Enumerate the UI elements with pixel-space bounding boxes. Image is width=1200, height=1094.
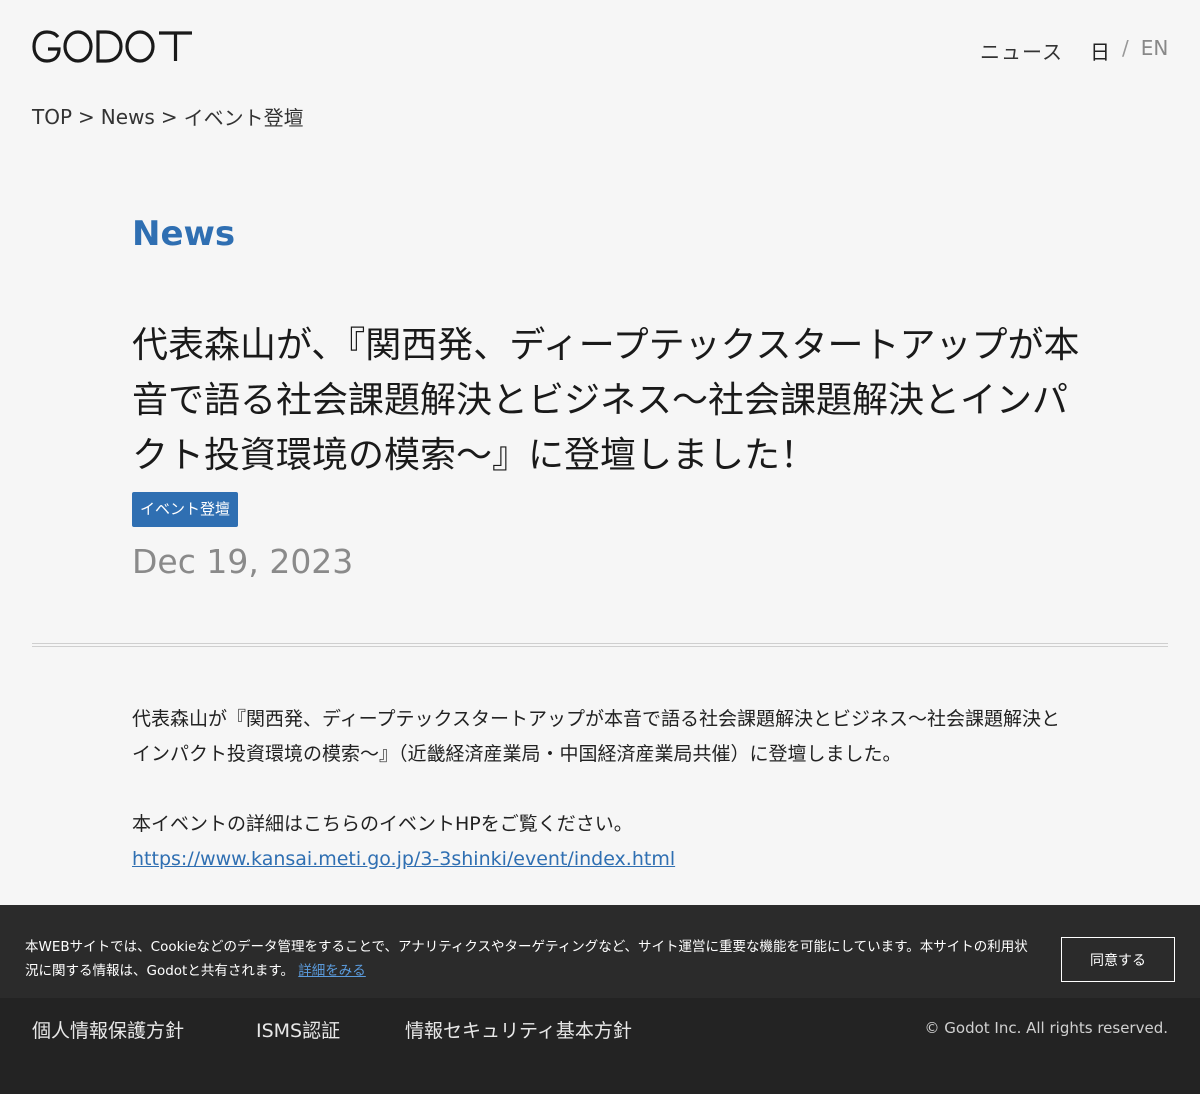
breadcrumb-separator: > [78,104,95,129]
cookie-notice-text: 本WEBサイトでは、Cookieなどのデータ管理をすることで、アナリティクスやタ… [25,939,1028,979]
nav-news-link[interactable]: ニュース [980,36,1063,65]
footer-isms-link[interactable]: ISMS認証 [256,1016,340,1043]
footer-security-policy-link[interactable]: 情報セキュリティ基本方針 [405,1016,632,1043]
footer-privacy-policy-link[interactable]: 個人情報保護方針 [32,1016,184,1043]
language-switcher: 日 / EN [1090,36,1168,65]
publish-date: Dec 19, 2023 [132,542,354,581]
godot-logo-mark [32,30,192,63]
cookie-more-link[interactable]: 詳細をみる [298,963,366,979]
article-paragraph: 代表森山が『関西発、ディープテックスタートアップが本音で語る社会課題解決とビジネ… [132,708,1060,765]
lang-en-link[interactable]: EN [1141,36,1169,65]
cookie-notice: 本WEBサイトでは、Cookieなどのデータ管理をすることで、アナリティクスやタ… [25,935,1040,983]
breadcrumb-top[interactable]: TOP [32,105,72,129]
category-tag[interactable]: イベント登壇 [132,492,239,527]
copyright: © Godot Inc. All rights reserved. [924,1019,1169,1037]
article-paragraph: 本イベントの詳細はこちらのイベントHPをご覧ください。 [132,813,633,835]
godot-logo[interactable] [32,28,194,66]
breadcrumb-separator: > [160,104,178,129]
cookie-accept-button[interactable]: 同意する [1061,937,1175,982]
article-body: 代表森山が『関西発、ディープテックスタートアップが本音で語る社会課題解決とビジネ… [132,702,1072,877]
lang-separator: / [1122,36,1129,60]
breadcrumb-current: イベント登壇 [183,106,304,130]
section-label: News [132,214,236,254]
event-link[interactable]: https://www.kansai.meti.go.jp/3-3shinki/… [132,848,675,870]
footer: 個人情報保護方針 ISMS認証 情報セキュリティ基本方針 © Godot Inc… [0,998,1200,1094]
lang-ja-link[interactable]: 日 [1090,36,1110,65]
cookie-banner: 本WEBサイトでは、Cookieなどのデータ管理をすることで、アナリティクスやタ… [0,905,1200,998]
divider [32,643,1168,647]
article-title: 代表森山が、『関西発、ディープテックスタートアップが本音で語る社会課題解決とビジ… [132,325,1080,476]
breadcrumb: TOP > News > イベント登壇 [32,102,304,131]
breadcrumb-news[interactable]: News [101,105,155,129]
